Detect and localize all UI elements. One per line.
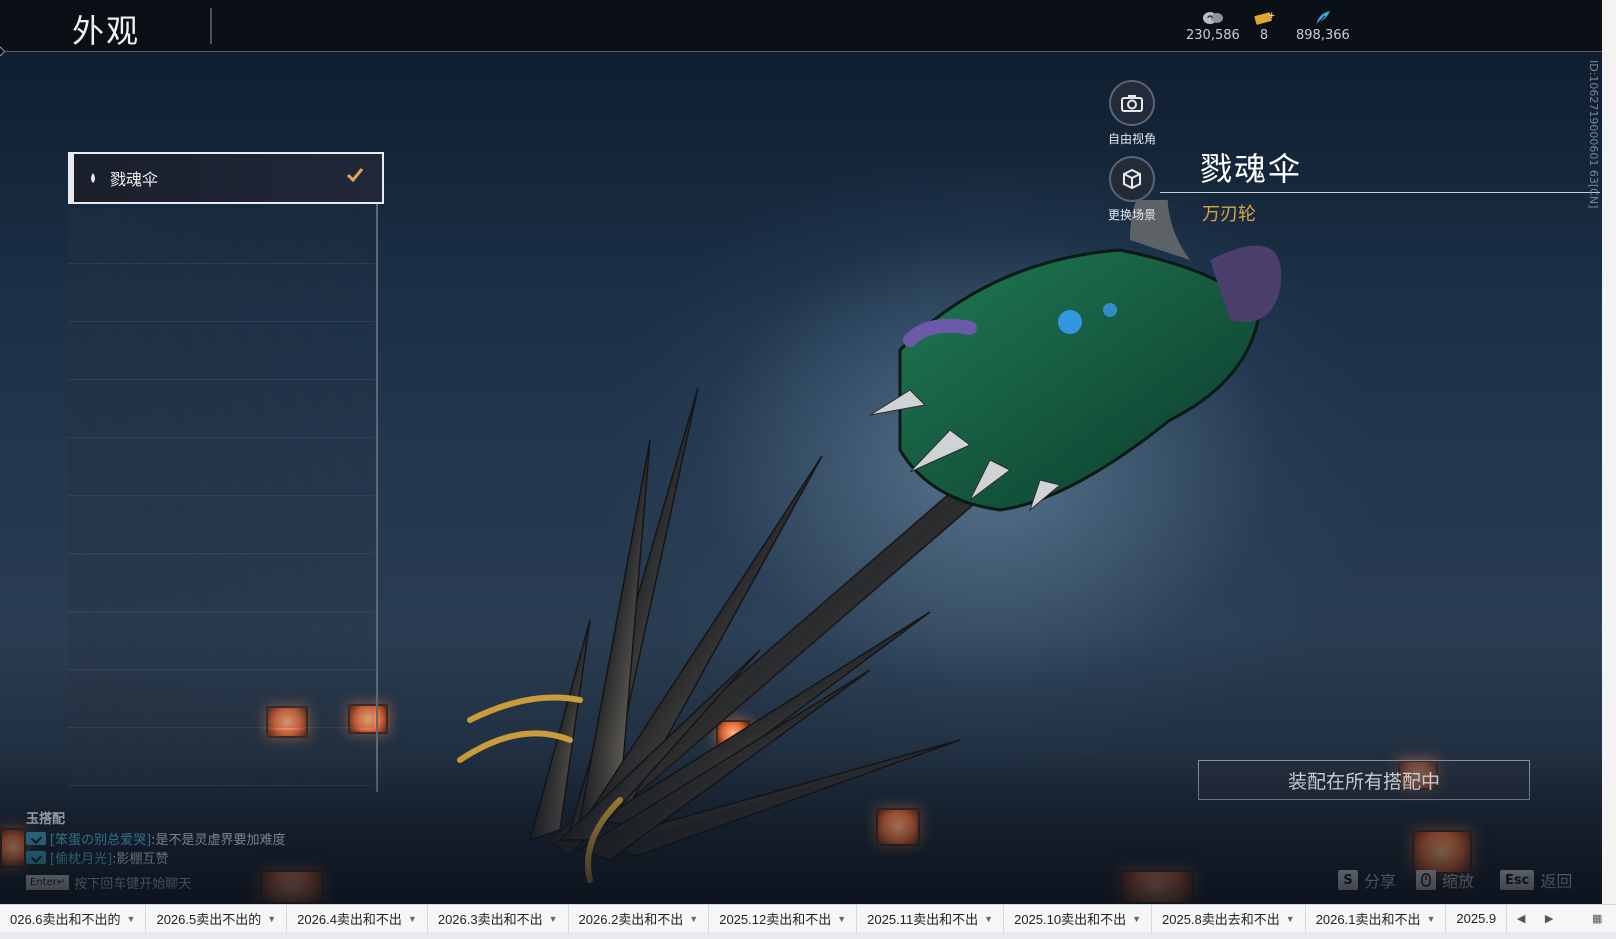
chevron-down-icon: ▼ <box>126 913 136 924</box>
lantern <box>1398 760 1438 790</box>
chat-header: 玉搭配 <box>26 812 66 827</box>
free-view-label: 自由视角 <box>1108 132 1157 146</box>
list-scrollbar[interactable] <box>376 152 378 792</box>
decor-diamond <box>0 46 6 57</box>
bookmark-folder[interactable]: 2025.11卖出和不出 ▼ <box>857 904 1005 933</box>
chat-line: [偷枕月光] :影棚互赞 <box>26 848 286 867</box>
chat-text: :影棚互赞 <box>112 852 169 867</box>
weapon-model[interactable] <box>430 200 1330 900</box>
bookmark-folder[interactable]: 2026.5卖出不出的 ▼ <box>146 904 288 933</box>
chat-hint: Enter↵ 按下回车键开始聊天 <box>26 873 286 892</box>
ticket-icon: + <box>1253 8 1275 28</box>
list-slot-empty[interactable] <box>68 556 374 612</box>
currency-ticket: + 8 <box>1253 8 1275 43</box>
bookmark-folder[interactable]: 2026.2卖出和不出 ▼ <box>569 904 710 933</box>
currency-feather: 898,366 <box>1296 8 1350 43</box>
list-slot-empty[interactable] <box>68 266 374 322</box>
mouse-icon <box>1416 870 1436 890</box>
list-slot-empty[interactable] <box>68 208 374 264</box>
list-slot-empty[interactable] <box>68 324 374 380</box>
share-label: 分享 <box>1364 872 1397 891</box>
lantern <box>1120 870 1194 904</box>
bookmark-folder[interactable]: 2025.12卖出和不出 ▼ <box>709 904 858 933</box>
currency-spiral: 230,586 <box>1186 8 1240 43</box>
lantern <box>1412 830 1472 874</box>
grid-view-icon[interactable]: ▦ <box>1583 912 1611 925</box>
top-bar: 外观 230,586 + 8 898,366 <box>0 0 1602 57</box>
list-slot-empty[interactable] <box>68 440 374 496</box>
esc-key: Esc <box>1500 870 1535 890</box>
bookmark-bar: 026.6卖出和不出的 ▼ 2026.5卖出不出的 ▼ 2026.4卖出和不出 ▼ 2… <box>0 904 1616 933</box>
bookmark-folder[interactable]: 2026.3卖出和不出 ▼ <box>428 904 569 933</box>
share-key-hint[interactable]: S 分享 <box>1338 868 1396 892</box>
chat-user[interactable]: [偷枕月光] <box>50 848 112 867</box>
lantern <box>876 808 920 846</box>
chat-text: :是不是灵虚界要加难度 <box>151 833 286 848</box>
list-slot-empty[interactable] <box>68 730 374 786</box>
chevron-down-icon: ▼ <box>407 913 417 924</box>
change-scene-label: 更换场景 <box>1108 208 1157 222</box>
zoom-key-hint[interactable]: 缩放 <box>1416 868 1474 892</box>
zoom-label: 缩放 <box>1442 872 1475 891</box>
item-divider <box>1160 192 1600 193</box>
bookmark-folder[interactable]: 2026.4卖出和不出 ▼ <box>287 904 428 933</box>
bookmark-folder[interactable]: 026.6卖出和不出的 ▼ <box>0 904 147 933</box>
chevron-down-icon: ▼ <box>837 913 847 924</box>
chat-box[interactable]: 玉搭配 [笨蛋の别总爱哭] :是不是灵虚界要加难度 [偷枕月光] :影棚互赞 E… <box>26 808 286 892</box>
equip-all-button[interactable]: 装配在所有搭配中 <box>1198 760 1530 800</box>
lantern <box>260 870 324 904</box>
chat-tag-icon <box>26 851 46 864</box>
list-slot-empty[interactable] <box>68 672 374 728</box>
chat-hint-text: 按下回车键开始聊天 <box>74 877 192 892</box>
list-item-selected[interactable]: 戮魂伞 <box>68 152 384 204</box>
list-slot-empty[interactable] <box>68 614 374 670</box>
currency-value: 898,366 <box>1296 28 1350 43</box>
chevron-down-icon: ▼ <box>689 913 699 924</box>
currency-value: 8 <box>1259 28 1269 43</box>
list-slot-empty[interactable] <box>68 498 374 554</box>
item-subtitle: 万刃轮 <box>1202 204 1256 225</box>
bookmark-folder[interactable]: 2025.9 <box>1446 904 1508 933</box>
chevron-down-icon: ▼ <box>1285 913 1295 924</box>
chat-line: [笨蛋の别总爱哭] :是不是灵虚界要加难度 <box>26 829 286 848</box>
appearance-list: 戮魂伞 <box>68 152 388 792</box>
bookmark-folder[interactable]: 2025.8卖出去和不出 ▼ <box>1152 904 1306 933</box>
scroll-left-icon[interactable]: ◀ <box>1507 912 1535 925</box>
bookmark-folder[interactable]: 2025.10卖出和不出 ▼ <box>1004 904 1153 933</box>
item-name: 戮魂伞 <box>1200 150 1303 188</box>
spiral-coin-icon <box>1202 8 1224 28</box>
page-title: 外观 <box>72 12 141 50</box>
feather-icon <box>1313 8 1333 28</box>
title-separator <box>210 8 212 44</box>
drop-icon <box>91 173 95 183</box>
chevron-down-icon: ▼ <box>984 913 994 924</box>
camera-icon <box>1109 80 1155 126</box>
currency-value: 230,586 <box>1186 28 1240 43</box>
lantern <box>0 828 26 868</box>
taskbar-edge <box>0 932 1616 939</box>
chat-tag-icon <box>26 832 46 845</box>
scroll-right-icon[interactable]: ▶ <box>1535 912 1563 925</box>
checkmark-icon <box>346 168 364 183</box>
window-edge <box>1602 0 1616 904</box>
chevron-down-icon: ▼ <box>1426 913 1436 924</box>
chat-user[interactable]: [笨蛋の别总爱哭] <box>50 829 151 848</box>
chevron-down-icon: ▼ <box>1132 913 1142 924</box>
s-key: S <box>1338 870 1358 890</box>
player-id: ID:1062719000601 63[CN] <box>1587 60 1600 209</box>
chevron-down-icon: ▼ <box>267 913 277 924</box>
back-label: 返回 <box>1540 872 1573 891</box>
list-slot-empty[interactable] <box>68 382 374 438</box>
bookmark-folder[interactable]: 2026.1卖出和不出 ▼ <box>1306 904 1447 933</box>
chevron-down-icon: ▼ <box>548 913 558 924</box>
list-item-label: 戮魂伞 <box>110 170 159 189</box>
change-scene-button[interactable]: 更换场景 <box>1108 156 1156 223</box>
game-viewport[interactable]: 外观 230,586 + 8 898,366 戮魂伞 自由视角 更换场景 戮魂伞… <box>0 0 1602 904</box>
enter-key: Enter↵ <box>26 875 70 890</box>
free-view-button[interactable]: 自由视角 <box>1108 80 1156 147</box>
cube-icon <box>1109 156 1155 202</box>
svg-text:+: + <box>1268 11 1275 21</box>
back-key-hint[interactable]: Esc 返回 <box>1500 868 1572 892</box>
